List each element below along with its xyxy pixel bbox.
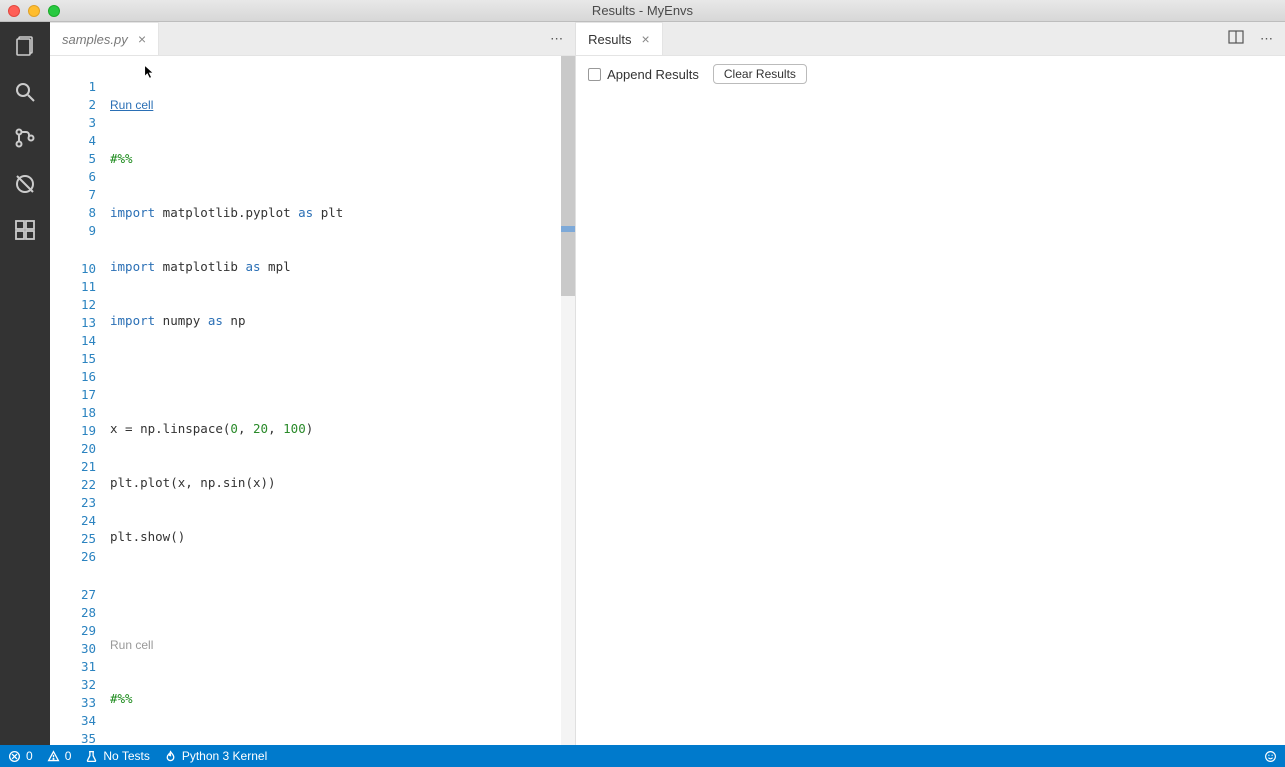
line-number: 9	[50, 222, 96, 240]
checkbox-icon	[588, 68, 601, 81]
line-number: 23	[50, 494, 96, 512]
line-gutter: 1 2 3 4 5 6 7 8 9 10 11 12 13 14 15 16	[50, 56, 110, 745]
line-number: 34	[50, 712, 96, 730]
line-number: 14	[50, 332, 96, 350]
line-number: 19	[50, 422, 96, 440]
activity-bar	[0, 22, 50, 745]
status-bar: 0 0 No Tests Python 3 Kernel	[0, 745, 1285, 767]
tab-samples-py[interactable]: samples.py ×	[50, 22, 159, 55]
line-number: 3	[50, 114, 96, 132]
source-control-icon[interactable]	[11, 124, 39, 152]
run-cell-link[interactable]: Run cell	[110, 636, 561, 654]
append-results-checkbox[interactable]: Append Results	[588, 67, 699, 82]
line-number: 5	[50, 150, 96, 168]
editor-body[interactable]: 1 2 3 4 5 6 7 8 9 10 11 12 13 14 15 16	[50, 56, 575, 745]
error-icon	[8, 750, 21, 763]
status-feedback[interactable]	[1264, 750, 1277, 763]
line-number: 16	[50, 368, 96, 386]
code-area[interactable]: Run cell #%% import matplotlib.pyplot as…	[110, 56, 561, 745]
line-number: 13	[50, 314, 96, 332]
split-editor-icon[interactable]	[1224, 25, 1248, 52]
window-titlebar: Results - MyEnvs	[0, 0, 1285, 22]
window-close-button[interactable]	[8, 5, 20, 17]
line-number: 12	[50, 296, 96, 314]
line-number: 24	[50, 512, 96, 530]
beaker-icon	[85, 750, 98, 763]
line-number: 11	[50, 278, 96, 296]
line-number: 20	[50, 440, 96, 458]
smiley-icon	[1264, 750, 1277, 763]
line-number: 28	[50, 604, 96, 622]
extensions-icon[interactable]	[11, 216, 39, 244]
tab-close-icon[interactable]: ×	[138, 32, 146, 46]
results-pane: Results × ⋯ Append Results Clear Resul	[576, 22, 1285, 745]
editor-scrollbar[interactable]	[561, 56, 575, 745]
pointer-cursor-icon	[142, 64, 156, 82]
status-tests[interactable]: No Tests	[85, 749, 149, 763]
results-body: Append Results Clear Results	[576, 56, 1285, 745]
line-number: 7	[50, 186, 96, 204]
run-cell-link[interactable]: Run cell	[110, 96, 561, 114]
clear-results-button[interactable]: Clear Results	[713, 64, 807, 84]
line-number: 30	[50, 640, 96, 658]
line-number: 15	[50, 350, 96, 368]
tab-label: samples.py	[62, 32, 128, 47]
line-number: 31	[50, 658, 96, 676]
line-number: 22	[50, 476, 96, 494]
tab-results[interactable]: Results ×	[576, 22, 663, 55]
line-number: 2	[50, 96, 96, 114]
results-tab-row: Results × ⋯	[576, 22, 1285, 56]
scrollbar-marker	[561, 226, 575, 232]
results-more-actions-icon[interactable]: ⋯	[1256, 27, 1277, 51]
line-number: 26	[50, 548, 96, 566]
debug-icon[interactable]	[11, 170, 39, 198]
line-number: 18	[50, 404, 96, 422]
editor-more-actions-icon[interactable]: ⋯	[546, 27, 567, 51]
line-number: 21	[50, 458, 96, 476]
line-number: 32	[50, 676, 96, 694]
line-number: 8	[50, 204, 96, 222]
tab-close-icon[interactable]: ×	[641, 32, 649, 46]
line-number: 27	[50, 586, 96, 604]
line-number: 10	[50, 260, 96, 278]
line-number: 29	[50, 622, 96, 640]
line-number: 6	[50, 168, 96, 186]
line-number: 33	[50, 694, 96, 712]
line-number: 35	[50, 730, 96, 745]
editor-pane: samples.py × ⋯ 1 2 3 4 5 6 7 8 9	[50, 22, 576, 745]
warning-icon	[47, 750, 60, 763]
scrollbar-thumb[interactable]	[561, 56, 575, 296]
window-minimize-button[interactable]	[28, 5, 40, 17]
line-number: 25	[50, 530, 96, 548]
search-icon[interactable]	[11, 78, 39, 106]
editor-tab-row: samples.py × ⋯	[50, 22, 575, 56]
status-errors[interactable]: 0	[8, 749, 33, 763]
append-results-label: Append Results	[607, 67, 699, 82]
status-warnings[interactable]: 0	[47, 749, 72, 763]
flame-icon	[164, 750, 177, 763]
tab-label: Results	[588, 32, 631, 47]
window-maximize-button[interactable]	[48, 5, 60, 17]
window-title: Results - MyEnvs	[592, 3, 693, 18]
explorer-icon[interactable]	[11, 32, 39, 60]
status-kernel[interactable]: Python 3 Kernel	[164, 749, 267, 763]
line-number: 4	[50, 132, 96, 150]
line-number: 17	[50, 386, 96, 404]
line-number: 1	[50, 78, 96, 96]
